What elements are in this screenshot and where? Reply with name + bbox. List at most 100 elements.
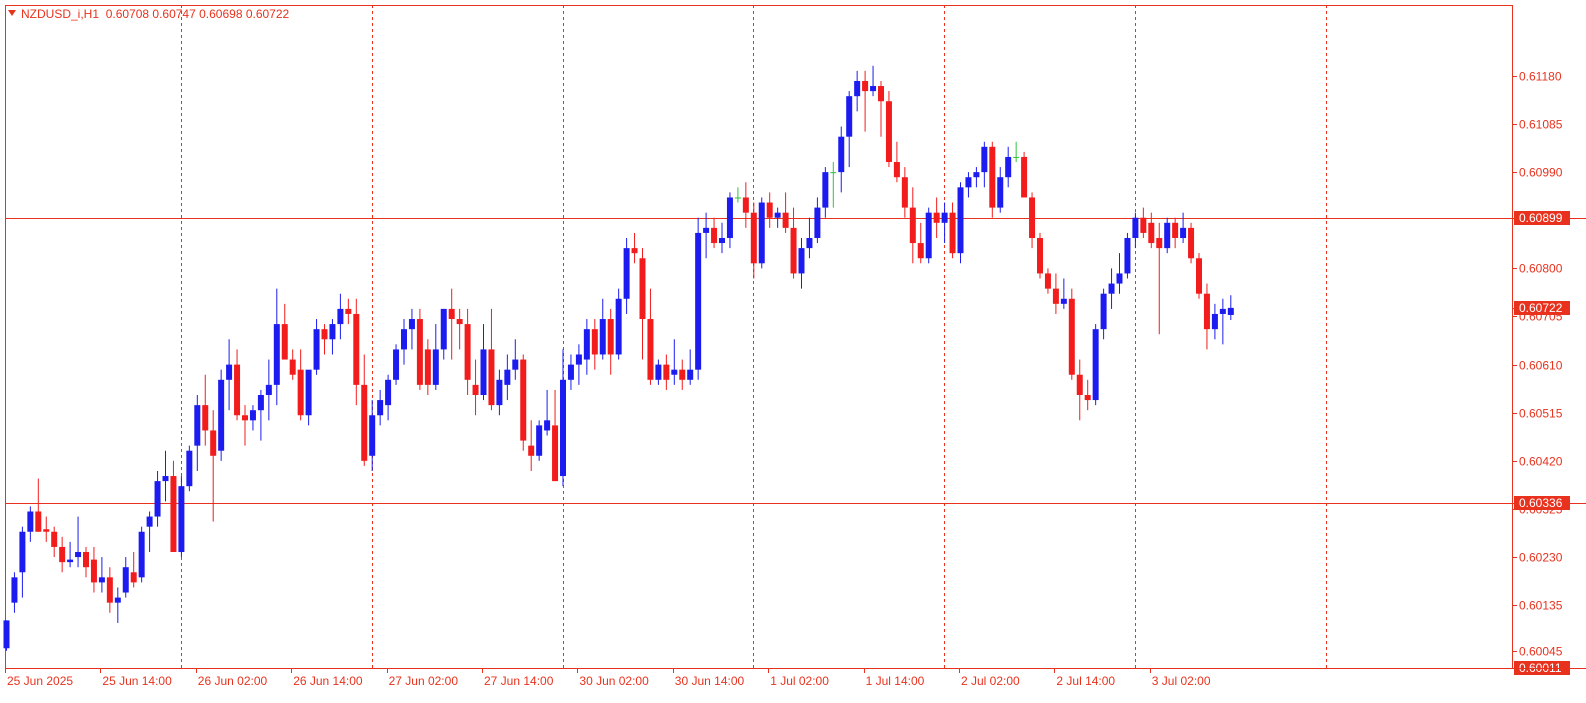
candle-body[interactable] [369, 415, 376, 456]
candle-body[interactable] [170, 476, 177, 553]
candle-body[interactable] [234, 364, 241, 416]
candle-body[interactable] [893, 162, 900, 178]
candle-body[interactable] [393, 349, 400, 380]
candle-body[interactable] [90, 559, 97, 583]
candle-body[interactable] [59, 546, 66, 563]
candle-body[interactable] [1116, 273, 1123, 284]
candle-body[interactable] [3, 620, 10, 649]
candle-body[interactable] [385, 379, 392, 406]
candle-body[interactable] [83, 552, 89, 568]
candle-body[interactable] [106, 577, 113, 603]
candle-body[interactable] [973, 172, 980, 178]
candle-body[interactable] [1132, 217, 1139, 238]
candle-body[interactable] [337, 308, 344, 325]
candle-body[interactable] [679, 369, 686, 380]
candle-body[interactable] [854, 80, 861, 97]
candle-body[interactable] [35, 511, 42, 532]
candle-body[interactable] [623, 248, 630, 299]
candle-body[interactable] [552, 425, 559, 482]
candle-body[interactable] [75, 552, 82, 558]
candle-body[interactable] [1021, 156, 1028, 198]
candle-body[interactable] [870, 86, 877, 92]
candle-body[interactable] [202, 405, 209, 431]
candle-body[interactable] [742, 197, 749, 213]
candle-body[interactable] [560, 379, 566, 477]
candle-body[interactable] [186, 450, 193, 487]
candle-body[interactable] [1029, 197, 1036, 238]
candle-body[interactable] [122, 567, 129, 593]
candle-body[interactable] [711, 227, 718, 244]
candle-body[interactable] [329, 324, 336, 340]
candle-body[interactable] [353, 313, 360, 385]
candle-body[interactable] [67, 559, 74, 563]
candle-body[interactable] [1100, 293, 1107, 330]
candle-body[interactable] [750, 212, 757, 264]
candle-body[interactable] [43, 529, 50, 532]
candle-body[interactable] [631, 248, 638, 254]
candlestick-chart[interactable]: 0.61180 0.61085 0.60990 0.60899 0.60800 0.607… [0, 0, 1586, 703]
candle-body[interactable] [814, 207, 821, 238]
candle-body[interactable] [1124, 237, 1131, 274]
candle-body[interactable] [933, 212, 940, 223]
candle-body[interactable] [448, 308, 455, 320]
candle-body[interactable] [1084, 395, 1091, 401]
candle-body[interactable] [607, 319, 614, 355]
candle-body[interactable] [265, 384, 272, 395]
candle-body[interactable] [957, 187, 964, 254]
candle-body[interactable] [878, 86, 884, 102]
candle-body[interactable] [1037, 237, 1043, 274]
candle-body[interactable] [726, 197, 733, 238]
candle-body[interactable] [98, 577, 105, 583]
candle-body[interactable] [846, 96, 853, 137]
candle-body[interactable] [790, 227, 797, 274]
collapse-triangle-icon[interactable] [8, 10, 16, 16]
candle-body[interactable] [949, 212, 956, 254]
candle-body[interactable] [130, 572, 137, 583]
candle-body[interactable] [480, 349, 487, 395]
candle-body[interactable] [496, 379, 503, 406]
candle-body[interactable] [830, 172, 837, 174]
candle-body[interactable] [758, 202, 765, 264]
candle-body[interactable] [599, 319, 606, 355]
candle-body[interactable] [719, 237, 725, 244]
candle-body[interactable] [862, 80, 869, 92]
candle-body[interactable] [488, 349, 495, 406]
candle-body[interactable] [297, 369, 304, 416]
candle-body[interactable] [917, 243, 924, 259]
candle-body[interactable] [218, 379, 225, 451]
candle-body[interactable] [1060, 298, 1067, 304]
candle-body[interactable] [440, 308, 447, 350]
candle-body[interactable] [1076, 374, 1083, 395]
candle-body[interactable] [703, 227, 710, 233]
candle-body[interactable] [138, 531, 145, 578]
candle-body[interactable] [1180, 227, 1187, 238]
candle-body[interactable] [281, 324, 288, 360]
candle-body[interactable] [1068, 298, 1075, 375]
candle-body[interactable] [321, 329, 328, 340]
candle-body[interactable] [528, 445, 535, 456]
candle-body[interactable] [544, 420, 551, 431]
candle-body[interactable] [639, 258, 646, 320]
candle-body[interactable] [1013, 156, 1020, 158]
candle-body[interactable] [249, 410, 256, 421]
candle-body[interactable] [536, 425, 543, 456]
candle-body[interactable] [1188, 227, 1195, 259]
candle-body[interactable] [1148, 222, 1155, 244]
candle-body[interactable] [377, 400, 384, 416]
candle-body[interactable] [615, 298, 622, 355]
candle-body[interactable] [1203, 293, 1210, 330]
candle-body[interactable] [345, 308, 352, 314]
candle-body[interactable] [1196, 258, 1202, 294]
candle-body[interactable] [909, 207, 916, 244]
candle-body[interactable] [1052, 288, 1059, 304]
candle-body[interactable] [242, 415, 248, 421]
candle-body[interactable] [1005, 156, 1012, 178]
candle-body[interactable] [472, 384, 479, 395]
candle-body[interactable] [408, 319, 415, 330]
candle-body[interactable] [1156, 237, 1163, 249]
candle-body[interactable] [575, 354, 582, 365]
candle-body[interactable] [1140, 217, 1147, 233]
candle-body[interactable] [512, 359, 519, 370]
candle-body[interactable] [19, 531, 26, 573]
candle-body[interactable] [591, 329, 598, 355]
